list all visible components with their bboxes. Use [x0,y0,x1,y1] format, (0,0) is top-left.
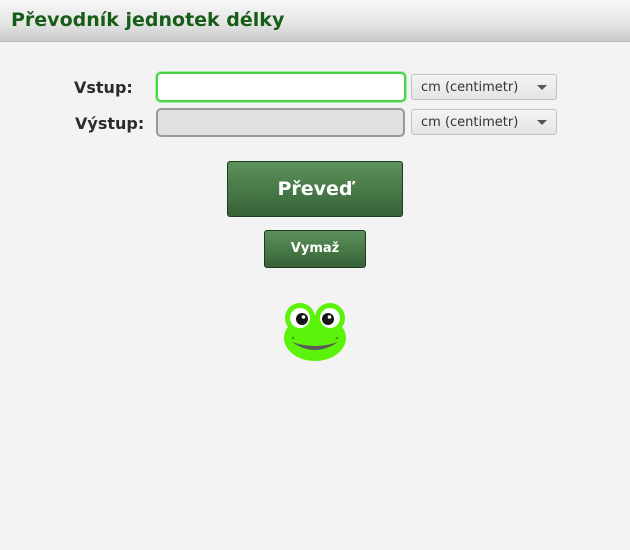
output-field[interactable] [158,110,403,135]
title-bar: Převodník jednotek délky [0,0,630,42]
frog-icon [284,303,346,361]
chevron-down-icon [537,120,547,125]
input-unit-value: cm (centimetr) [421,80,519,95]
input-unit-select[interactable]: cm (centimetr) [411,74,557,100]
chevron-down-icon [537,85,547,90]
input-label: Vstup: [74,78,133,97]
clear-button[interactable]: Vymaž [264,230,366,268]
input-field[interactable] [158,74,404,100]
output-unit-value: cm (centimetr) [421,115,519,130]
convert-button[interactable]: Převeď [227,161,403,217]
output-unit-select[interactable]: cm (centimetr) [411,109,557,135]
output-label: Výstup: [75,114,145,133]
window-title: Převodník jednotek délky [11,9,285,31]
input-field-wrapper[interactable] [156,72,406,102]
output-field-wrapper[interactable] [156,108,405,137]
